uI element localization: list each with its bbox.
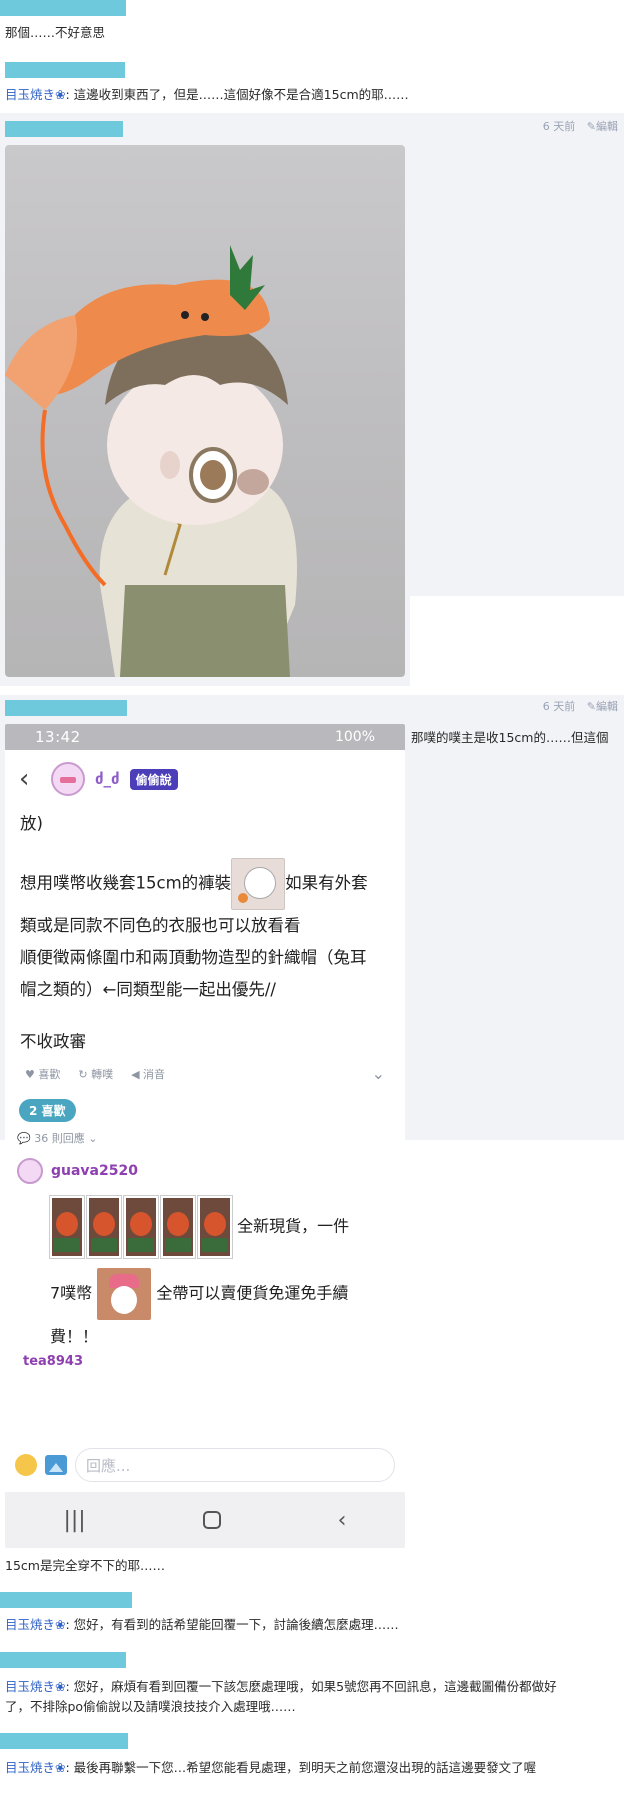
username-bar-1 [0,0,126,16]
back-icon[interactable]: ‹ [338,1508,347,1533]
post-body: 放) 想用噗幣收幾套15cm的褲裝 如果有外套 類或是同款不同色的衣服也可以放看看… [5,808,405,1058]
message-text-6: : 您好，有看到的話希望能回覆一下，討論後續怎麼處理…… [65,1617,399,1632]
status-bar: 13:42 100% [5,724,405,750]
chevron-down-icon[interactable]: ⌄ [372,1064,385,1083]
message-text-7-cont: 了，不排除po偷偷說以及請噗浪技技介入處理哦…… [5,1699,296,1714]
likes-count-pill[interactable]: 2 喜歡 [19,1099,76,1122]
username-bar-2 [5,62,125,78]
timestamp: 6 天前 [542,700,576,713]
message-row-7: 目玉焼き❀: 您好，麻煩有看到回覆一下該怎麼處理哦，如果5號您再不回訊息，這邊截… [5,1676,557,1695]
reply-bar: 回應... [5,1443,405,1487]
status-battery: 100% [334,729,375,745]
message-text-7: : 您好，麻煩有看到回覆一下該怎麼處理哦，如果5號您再不回訊息，這邊截圖備份都做… [65,1679,557,1694]
post-line: 放) [20,814,43,833]
message-text-4: 那噗的噗主是收15cm的……但這個 [411,730,609,745]
username-bar-6 [0,1592,132,1608]
post-username[interactable]: ძ_ძ [95,770,120,788]
emoji-icon[interactable] [15,1454,37,1476]
flower-icon: ❀ [55,87,66,102]
message-meta-4: 6 天前 ✎編輯 [543,698,618,714]
username-bar-8 [0,1733,128,1749]
plush-doll-image [5,245,297,677]
timestamp: 6 天前 [542,120,576,133]
mute-button[interactable]: ◀ 消音 [131,1066,165,1082]
message-row-2: 目玉焼き❀: 這邊收到東西了，但是……這個好像不是合適15cm的耶…… [5,84,409,103]
avatar[interactable] [51,762,85,796]
commenter-name[interactable]: guava2520 [51,1163,138,1179]
plush-photo[interactable] [5,145,405,677]
author-link[interactable]: 目玉焼き [5,87,55,102]
author-link[interactable]: 目玉焼き [5,1679,55,1694]
replurk-button[interactable]: ↻ 轉噗 [78,1066,113,1082]
commenter-avatar[interactable] [17,1158,43,1184]
like-button[interactable]: ♥ 喜歡 [25,1066,60,1082]
message-row-6: 目玉焼き❀: 您好，有看到的話希望能回覆一下，討論後續怎麼處理…… [5,1614,399,1633]
comment-body: 全新現貨，一件 7噗幣 全帶可以賣便貨免運免手續 費！！ [5,1188,405,1354]
author-link[interactable]: 目玉焼き [5,1760,55,1775]
message-text-1: 那個……不好意思 [5,25,106,40]
reply-input[interactable]: 回應... [75,1448,395,1482]
next-commenter-name: tea8943 [23,1354,83,1368]
post-line: 類或是同款不同色的衣服也可以放看看 [20,916,301,935]
message-meta-3: 6 天前 ✎編輯 [543,118,618,134]
sticker-image [97,1268,152,1320]
image-upload-icon[interactable] [45,1455,67,1475]
edit-link[interactable]: ✎編輯 [587,700,618,713]
username-bar-3 [5,121,123,137]
post-actions: ♥ 喜歡 ↻ 轉噗 ◀ 消音 ⌄ [5,1058,405,1089]
post-header: ‹ ძ_ძ 偷偷說 [5,750,405,808]
flower-icon: ❀ [55,1679,66,1694]
message-text-5: 15cm是完全穿不下的耶…… [5,1558,165,1573]
post-line: 帽之類的）←同類型能一起出優先// [20,980,276,999]
message-row-8: 目玉焼き❀: 最後再聯繫一下您…希望您能看見處理，到明天之前您還沒出現的話這邊要… [5,1757,536,1776]
message-text-8: : 最後再聯繫一下您…希望您能看見處理，到明天之前您還沒出現的話這邊要發文了喔 [65,1760,537,1775]
phone-screenshot[interactable]: 13:42 100% ‹ ძ_ძ 偷偷說 放) 想用噗幣收幾套15cm的褲裝 如果… [5,724,405,1548]
flower-icon: ❀ [55,1760,66,1775]
author-link[interactable]: 目玉焼き [5,1617,55,1632]
anonymous-badge: 偷偷說 [129,768,178,790]
sticker-image [231,858,286,910]
username-bar-4 [5,700,127,716]
post-line: 想用噗幣收幾套15cm的褲裝 如果有外套 [20,858,390,910]
message-text-2: : 這邊收到東西了，但是……這個好像不是合適15cm的耶…… [65,87,409,102]
recent-apps-icon[interactable]: ||| [63,1508,85,1533]
post-line: 不收政審 [20,1032,86,1051]
status-time: 13:42 [35,728,81,746]
edit-link[interactable]: ✎編輯 [587,120,618,133]
reply-count[interactable]: 💬 36 則回應 ⌄ [5,1122,405,1154]
home-icon[interactable] [202,1511,221,1529]
flower-icon: ❀ [55,1617,66,1632]
comment-thumbnails[interactable] [49,1195,233,1259]
username-bar-7 [0,1652,126,1668]
commenter-row: guava2520 [5,1154,405,1188]
android-nav-bar: ||| ‹ [5,1492,405,1548]
back-chevron-icon[interactable]: ‹ [19,764,41,794]
post-line: 順便徵兩條圍巾和兩頂動物造型的針織帽（兔耳 [20,948,367,967]
